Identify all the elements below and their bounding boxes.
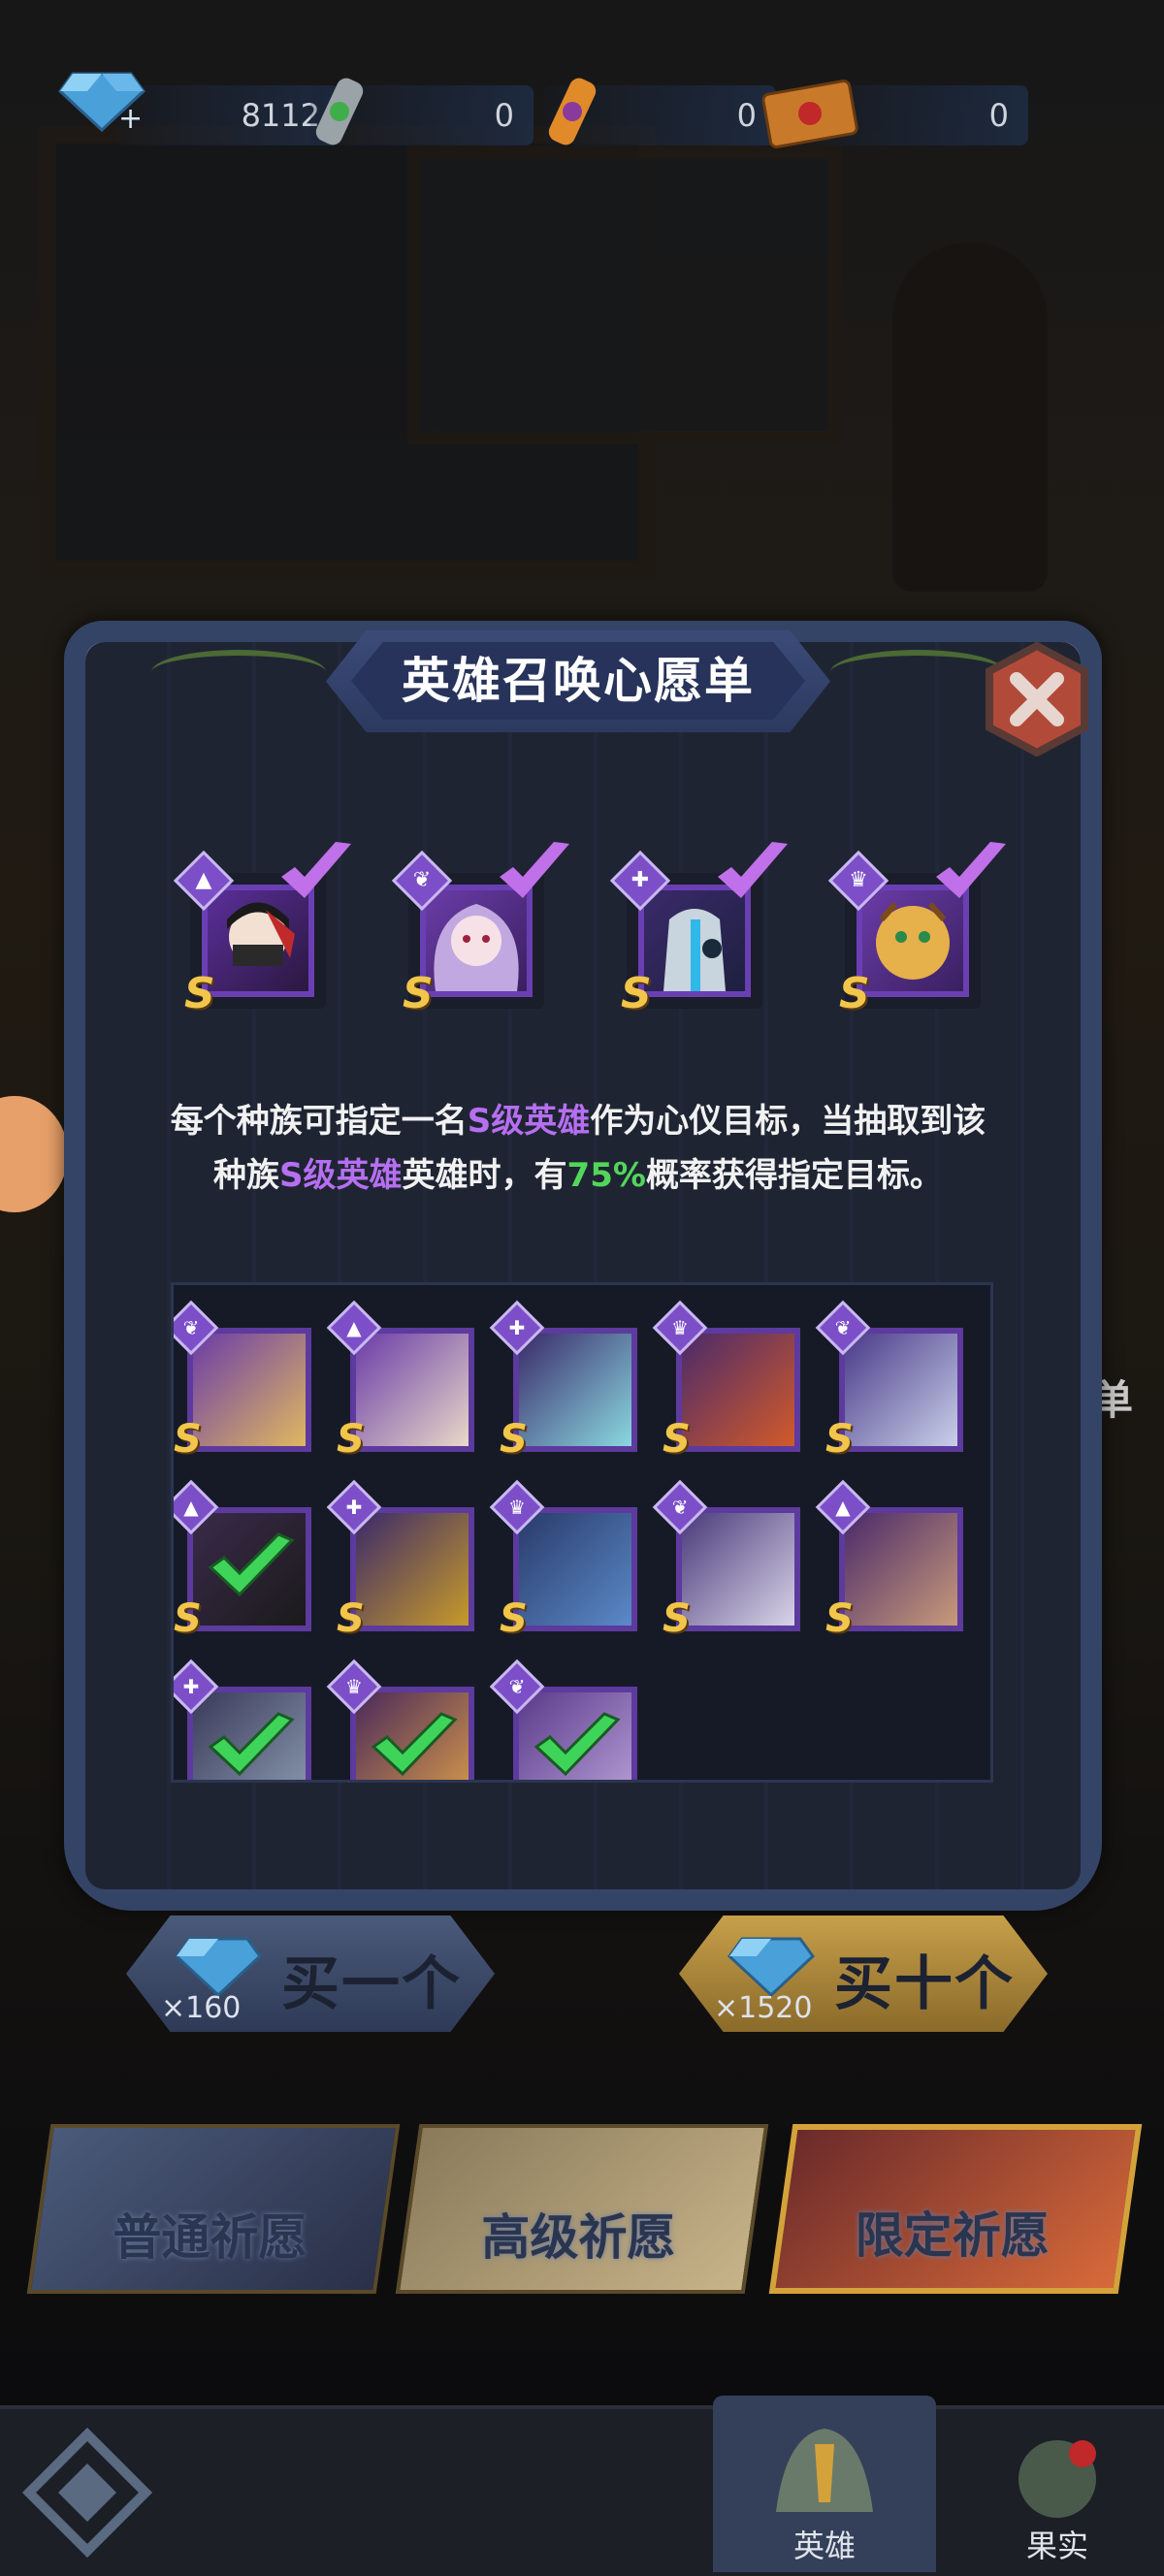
nav-home-button[interactable]: [10, 2396, 165, 2572]
nav-hero-tab[interactable]: 英雄: [713, 2396, 936, 2572]
grade-badge: S: [174, 1776, 202, 1780]
hero-helmet-icon: [776, 2429, 873, 2512]
grade-badge: S: [663, 1596, 691, 1641]
grade-badge: S: [825, 1596, 854, 1641]
green-scroll-icon: [301, 68, 388, 155]
hero-portrait: [676, 1328, 800, 1452]
buy-ten-label: 买十个: [834, 1950, 1015, 2018]
hero-portrait: [513, 1507, 637, 1631]
hero-cell[interactable]: ❦ S: [815, 1300, 963, 1462]
tab-label: 高级祈愿: [481, 2209, 676, 2266]
tab-label: 普通祈愿: [113, 2209, 307, 2266]
close-icon: [986, 641, 1088, 757]
grade-badge: S: [621, 969, 652, 1018]
green-check-icon: [208, 1712, 295, 1777]
hero-cell[interactable]: ♛ S: [489, 1479, 637, 1641]
hero-portrait: [187, 1328, 311, 1452]
grade-badge: S: [337, 1417, 365, 1462]
grade-badge: S: [663, 1417, 691, 1462]
green-check-icon: [371, 1712, 458, 1777]
grade-badge: S: [174, 1596, 202, 1641]
diamond-icon: +: [58, 64, 146, 151]
hero-cell-selected[interactable]: ▲ S: [174, 1479, 311, 1641]
grade-badge: S: [825, 1417, 854, 1462]
hero-portrait: [839, 1328, 963, 1452]
diamond-icon: [728, 1937, 815, 1997]
desc-highlight: S级英雄: [279, 1156, 403, 1195]
panel-title: 英雄召唤心愿单: [402, 653, 755, 709]
pink-check-icon: [936, 842, 1006, 898]
hero-portrait: [839, 1507, 963, 1631]
grade-badge: S: [839, 969, 870, 1018]
grade-badge: S: [500, 1417, 528, 1462]
grade-badge: S: [500, 1596, 528, 1641]
buy-ten-button[interactable]: 买十个 ×1520: [679, 1916, 1048, 2032]
diamond-emblem-icon: [21, 2427, 153, 2559]
tab-limited-wish[interactable]: 限定祈愿: [768, 2124, 1143, 2294]
tab-normal-wish[interactable]: 普通祈愿: [26, 2124, 401, 2294]
orange-scroll-icon: [534, 68, 621, 155]
nav-fruit-label: 果实: [1025, 2528, 1088, 2564]
buy-ten-cost: ×1520: [714, 1991, 813, 2025]
hero-portrait: [513, 1328, 637, 1452]
tab-label: 限定祈愿: [855, 2207, 1050, 2264]
grade-badge: S: [174, 1417, 202, 1462]
wish-slot[interactable]: ▲ S: [173, 842, 351, 1018]
hero-cell[interactable]: ♛ S: [652, 1300, 800, 1462]
hero-cell[interactable]: ❦ S: [174, 1300, 311, 1462]
vine-decoration: [151, 650, 326, 694]
desc-text: 概率获得指定目标。: [645, 1156, 943, 1195]
wish-slot[interactable]: ✚ S: [609, 842, 788, 1018]
tab-advanced-wish[interactable]: 高级祈愿: [395, 2124, 769, 2294]
desc-text: 英雄时，有: [402, 1156, 567, 1195]
hero-cell-selected[interactable]: ♛ S: [326, 1658, 474, 1780]
pink-check-icon: [281, 842, 351, 898]
hero-selection-grid[interactable]: ❦ S ▲ S ✚ S ♛ S ❦ S ▲ S ✚ S ♛ S ❦ S ▲ S …: [171, 1282, 993, 1783]
grade-badge: S: [403, 969, 434, 1018]
grade-badge: S: [337, 1776, 365, 1780]
vine-decoration: [830, 650, 1005, 694]
desc-highlight: S级英雄: [467, 1102, 591, 1141]
green-check-icon: [534, 1712, 621, 1777]
hero-portrait: [350, 1507, 474, 1631]
hero-cell-selected[interactable]: ✚ S: [174, 1658, 311, 1780]
currency-value: 0: [494, 97, 514, 134]
grade-badge: S: [337, 1596, 365, 1641]
buy-one-cost: ×160: [161, 1991, 242, 2025]
wish-slot[interactable]: ♛ S: [827, 842, 1006, 1018]
nav-fruit-tab[interactable]: 果实: [946, 2396, 1164, 2572]
currency-value: 0: [736, 97, 757, 134]
svg-text:+: +: [118, 102, 143, 132]
golden-chest-icon: [757, 68, 863, 155]
fruit-icon: [1018, 2440, 1096, 2518]
hero-cell[interactable]: ▲ S: [326, 1300, 474, 1462]
currency-bar: 8112 + 0 0 0: [58, 68, 1028, 165]
green-check-icon: [208, 1532, 295, 1597]
wishlist-description: 每个种族可指定一名S级英雄作为心仪目标，当抽取到该种族S级英雄英雄时，有75%概…: [161, 1094, 995, 1203]
pink-check-icon: [500, 842, 569, 898]
pink-check-icon: [718, 842, 788, 898]
hero-portrait: [350, 1328, 474, 1452]
hero-cell[interactable]: ✚ S: [489, 1300, 637, 1462]
hero-cell[interactable]: ❦ S: [652, 1479, 800, 1641]
wishlist-panel: 英雄召唤心愿单 ▲ S ❦ S ✚ S ♛ S 每个种族可指定一名S级英雄作为心…: [64, 621, 1102, 1940]
nav-hero-label: 英雄: [792, 2528, 856, 2564]
diamond-icon: [175, 1937, 262, 1997]
buy-one-label: 买一个: [281, 1950, 462, 2018]
hero-cell[interactable]: ✚ S: [326, 1479, 474, 1641]
hero-portrait: [676, 1507, 800, 1631]
hero-cell-selected[interactable]: ❦ S: [489, 1658, 637, 1780]
desc-text: 每个种族可指定一名: [170, 1102, 468, 1141]
desc-probability: 75%: [566, 1156, 646, 1195]
hero-cell[interactable]: ▲ S: [815, 1479, 963, 1641]
grade-badge: S: [184, 969, 215, 1018]
currency-value: 0: [988, 97, 1009, 134]
wish-slot[interactable]: ❦ S: [391, 842, 569, 1018]
close-button[interactable]: [980, 641, 1094, 757]
grade-badge: S: [500, 1776, 528, 1780]
buy-one-button[interactable]: 买一个 ×160: [126, 1916, 495, 2032]
